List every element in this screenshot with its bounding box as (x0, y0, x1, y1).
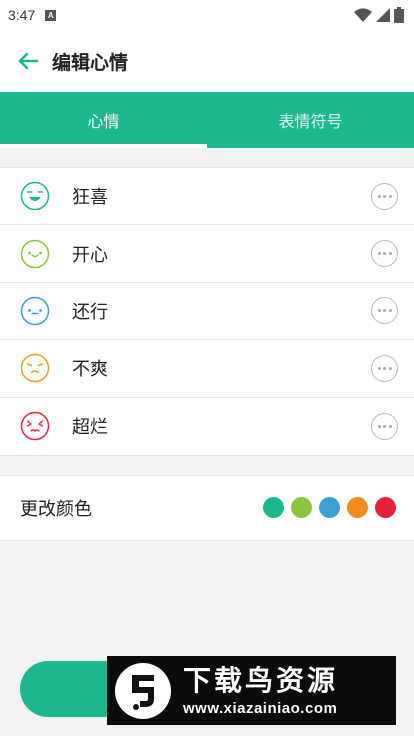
mood-label: 狂喜 (72, 187, 108, 209)
color-swatch-blue[interactable] (319, 497, 340, 519)
battery-icon (394, 7, 404, 23)
watermark-overlay: 下载鸟资源 www.xiazainiao.com (107, 656, 396, 725)
page-title: 编辑心情 (52, 51, 129, 74)
watermark-url: www.xiazainiao.com (183, 700, 338, 717)
mood-label: 还行 (72, 301, 108, 323)
mood-row-upset[interactable]: 不爽 (0, 340, 414, 398)
mood-label: 开心 (72, 244, 108, 266)
tab-mood-label: 心情 (87, 112, 120, 131)
back-arrow-icon[interactable] (16, 49, 40, 73)
tab-bar: 心情 表情符号 (0, 92, 414, 148)
more-options-button[interactable] (371, 297, 398, 325)
ecstatic-face-icon (20, 181, 50, 211)
mood-row-ecstatic[interactable]: 狂喜 (0, 168, 414, 226)
more-options-button[interactable] (371, 412, 398, 440)
tab-mood[interactable]: 心情 (0, 92, 207, 148)
happy-face-icon (20, 239, 50, 268)
mood-row-awful[interactable]: 超烂 (0, 398, 414, 455)
okay-face-icon (20, 296, 50, 326)
more-options-button[interactable] (371, 182, 398, 210)
notification-icon: A (45, 9, 57, 21)
status-time: 3:47 (8, 7, 36, 23)
tab-emoji-label: 表情符号 (278, 112, 343, 131)
more-options-button[interactable] (371, 354, 398, 382)
watermark-title: 下载鸟资源 (183, 664, 339, 697)
bird-logo-icon (115, 662, 171, 719)
mood-list: 狂喜 开心 还行 不爽 超烂 (0, 167, 414, 456)
color-swatch-orange[interactable] (347, 497, 368, 519)
mood-row-happy[interactable]: 开心 (0, 225, 414, 283)
upset-face-icon (20, 354, 50, 383)
color-swatch-lime[interactable] (291, 497, 312, 519)
mood-row-okay[interactable]: 还行 (0, 283, 414, 341)
more-options-button[interactable] (371, 240, 398, 268)
status-bar: 3:47 A (0, 0, 414, 30)
color-swatch-green[interactable] (263, 497, 284, 519)
color-swatch-red[interactable] (375, 497, 396, 519)
signal-icon (376, 8, 390, 22)
awful-face-icon (20, 412, 50, 441)
wifi-icon (354, 8, 372, 22)
mood-label: 超烂 (72, 417, 108, 439)
change-color-section: 更改颜色 (0, 474, 414, 541)
tab-emoji[interactable]: 表情符号 (207, 92, 414, 148)
change-color-label: 更改颜色 (20, 498, 92, 520)
mood-label: 不爽 (72, 359, 108, 381)
app-bar: 编辑心情 (0, 30, 414, 92)
color-swatches (263, 497, 396, 519)
